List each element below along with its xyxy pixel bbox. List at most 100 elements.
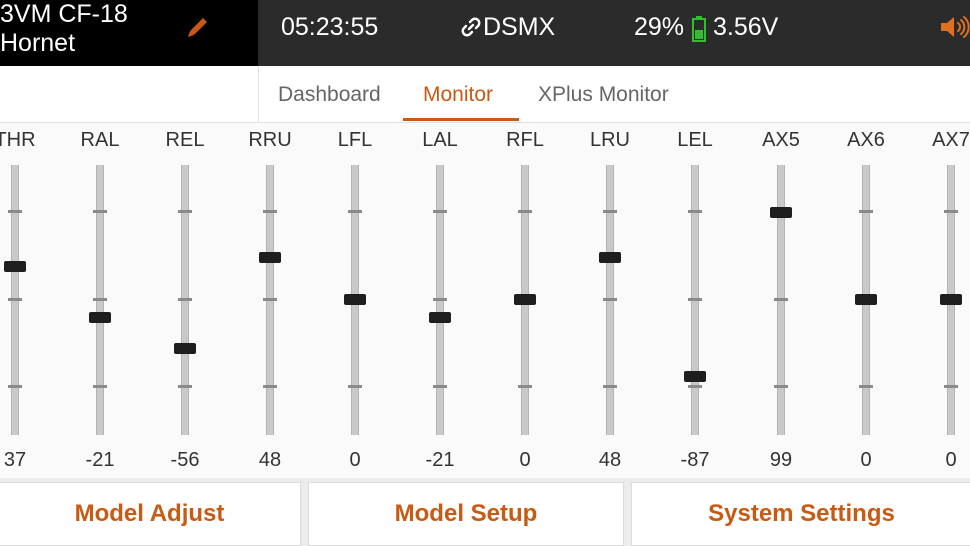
- channel-label: AX7: [932, 129, 970, 151]
- pencil-icon[interactable]: [183, 12, 213, 42]
- channel-label: REL: [165, 129, 205, 151]
- tab-monitor[interactable]: Monitor: [423, 83, 493, 107]
- battery-icon: [692, 16, 706, 42]
- channel-value: 0: [860, 449, 872, 471]
- track-tick: [93, 298, 107, 301]
- track-tick: [518, 385, 532, 388]
- track-tick: [8, 298, 22, 301]
- battery-percent: 29%: [634, 13, 685, 41]
- channel-ax7: AX7 0: [921, 123, 970, 478]
- tab-divider: [258, 66, 259, 123]
- channel-position-marker: [344, 294, 366, 305]
- track-tick: [688, 385, 702, 388]
- track-tick: [944, 210, 958, 213]
- channel-value: 0: [945, 449, 957, 471]
- model-name-box[interactable]: 3VM CF-18 Hornet: [0, 0, 258, 66]
- channel-value: -21: [85, 449, 115, 471]
- battery-voltage: 3.56V: [713, 13, 779, 41]
- model-setup-button[interactable]: Model Setup: [308, 482, 624, 546]
- track-tick: [774, 385, 788, 388]
- channel-position-marker: [89, 312, 111, 324]
- track-tick: [603, 210, 617, 213]
- channel-label: LRU: [589, 129, 630, 151]
- track-tick: [774, 298, 788, 301]
- model-setup-label: Model Setup: [394, 500, 538, 527]
- channel-lru: LRU 48: [580, 123, 640, 478]
- channel-label: LEL: [677, 129, 713, 151]
- tab-bar: Dashboard Monitor XPlus Monitor: [0, 66, 970, 123]
- track-tick: [263, 385, 277, 388]
- channel-value: 0: [349, 449, 361, 471]
- channel-value: 0: [519, 449, 531, 471]
- model-adjust-label: Model Adjust: [74, 500, 225, 527]
- track-tick: [603, 298, 617, 301]
- channel-thr: THR 37: [0, 123, 45, 478]
- track-tick: [93, 385, 107, 388]
- model-name: 3VM CF-18 Hornet: [0, 0, 128, 57]
- speaker-icon[interactable]: [938, 13, 970, 41]
- channel-value: 99: [769, 449, 793, 471]
- channel-value: 37: [3, 449, 27, 471]
- track-tick: [93, 210, 107, 213]
- track-tick: [859, 210, 873, 213]
- channel-rru: RRU 48: [240, 123, 300, 478]
- track-tick: [178, 385, 192, 388]
- channel-lel: LEL -87: [665, 123, 725, 478]
- channel-position-marker: [174, 343, 196, 355]
- track-tick: [8, 385, 22, 388]
- track-tick: [178, 298, 192, 301]
- track-tick: [518, 210, 532, 213]
- channel-ax5: AX5 99: [751, 123, 811, 478]
- track-tick: [263, 298, 277, 301]
- channel-value: -21: [425, 449, 455, 471]
- tab-dashboard[interactable]: Dashboard: [278, 83, 381, 107]
- track-tick: [348, 210, 362, 213]
- system-settings-label: System Settings: [708, 500, 895, 527]
- channel-label: RAL: [80, 129, 120, 151]
- channel-rel: REL -56: [155, 123, 215, 478]
- channel-position-marker: [684, 370, 706, 382]
- track-tick: [263, 210, 277, 213]
- channel-position-marker: [514, 294, 536, 305]
- track-tick: [944, 385, 958, 388]
- channel-monitor: THR 37 RAL -21 REL -56 RRU 48 LFL 0 LAL -21 RFL 0 LRU 4…: [0, 123, 970, 478]
- bottom-nav: Model Adjust Model Setup System Settings: [0, 478, 970, 546]
- channel-position-marker: [599, 251, 621, 263]
- channel-value: -56: [170, 449, 200, 471]
- tab-xplus-monitor[interactable]: XPlus Monitor: [538, 83, 669, 107]
- channel-value: -87: [680, 449, 710, 471]
- track-tick: [348, 385, 362, 388]
- channel-label: LAL: [422, 129, 458, 151]
- channel-position-marker: [429, 312, 451, 324]
- channel-position-marker: [770, 206, 792, 218]
- channel-ax6: AX6 0: [836, 123, 896, 478]
- track-tick: [688, 298, 702, 301]
- track-tick: [688, 210, 702, 213]
- channel-label: AX5: [762, 129, 800, 151]
- system-settings-button[interactable]: System Settings: [631, 482, 970, 546]
- channel-position-marker: [4, 261, 26, 273]
- channel-ral: RAL -21: [70, 123, 130, 478]
- track-tick: [178, 210, 192, 213]
- channel-label: THR: [0, 129, 36, 151]
- channel-label: AX6: [847, 129, 885, 151]
- channel-label: RRU: [248, 129, 292, 151]
- channel-rfl: RFL 0: [495, 123, 555, 478]
- track-tick: [603, 385, 617, 388]
- status-bar: 3VM CF-18 Hornet 05:23:55 DSMX 29% 3.56V: [0, 0, 970, 66]
- channel-position-marker: [940, 294, 962, 305]
- track-tick: [8, 210, 22, 213]
- channel-label: RFL: [506, 129, 544, 151]
- channel-value: 48: [598, 449, 622, 471]
- link-icon: [461, 17, 481, 37]
- channel-value: 48: [258, 449, 282, 471]
- track-tick: [433, 385, 447, 388]
- track-tick: [433, 210, 447, 213]
- active-tab-indicator: [403, 118, 519, 121]
- track-tick: [433, 298, 447, 301]
- channel-label: LFL: [337, 129, 373, 151]
- channel-lfl: LFL 0: [325, 123, 385, 478]
- track-tick: [859, 385, 873, 388]
- model-adjust-button[interactable]: Model Adjust: [0, 482, 301, 546]
- clock-time: 05:23:55: [281, 13, 379, 41]
